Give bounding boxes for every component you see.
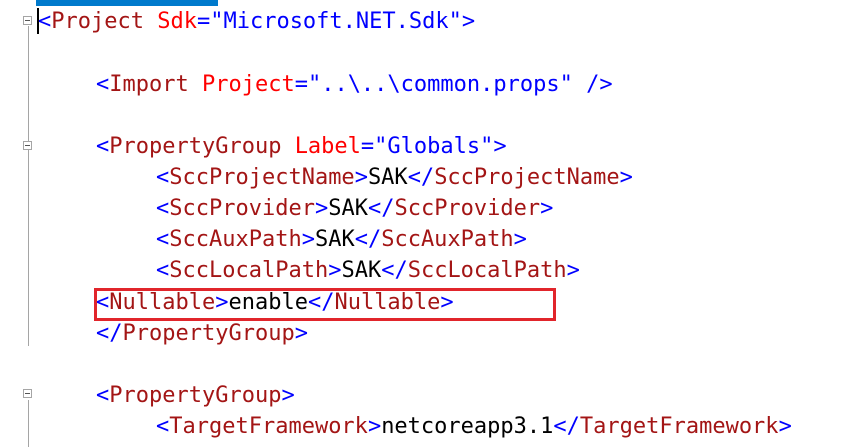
tag-delimiter: < [156,258,170,283]
element-text: SAK [314,227,355,252]
nullable-highlight-box [94,288,556,321]
tag-delimiter: > [367,414,382,439]
tag-delimiter: </ [367,196,395,221]
tag-delimiter: > [461,9,476,34]
tag-delimiter: < [38,9,52,34]
element-name: PropertyGroup [122,321,295,346]
tag-delimiter: </ [381,258,408,283]
equals-sign: = [294,72,308,97]
tag-delimiter: > [301,227,315,252]
code-line-project: <Project Sdk="Microsoft.NET.Sdk"> [38,6,475,37]
xml-code-editor[interactable]: <Project Sdk="Microsoft.NET.Sdk"> <Impor… [0,0,865,447]
tag-delimiter: < [156,227,170,252]
element-text: SAK [328,196,368,221]
tag-delimiter: > [294,321,308,346]
attribute-value: "Globals" [374,134,494,159]
tag-delimiter: > [328,258,342,283]
element-name: SccProjectName [434,165,620,190]
code-line-sccprovider: <SccProvider>SAK</SccProvider> [156,193,553,224]
equals-sign: = [196,9,211,34]
code-line-propertygroup-globals: <PropertyGroup Label="Globals"> [96,131,507,162]
tag-delimiter: </ [407,165,435,190]
element-name: SccAuxPath [169,227,302,252]
code-line-propertygroup-close: </PropertyGroup> [96,318,308,349]
code-line-sccprojectname: <SccProjectName>SAK</SccProjectName> [156,162,633,193]
tag-delimiter: > [566,258,580,283]
collapse-minus-icon[interactable] [23,141,32,150]
tag-delimiter: < [96,72,110,97]
outline-guide-line [28,26,29,346]
tag-delimiter: > [354,165,368,190]
equals-sign: = [360,134,375,159]
element-name: SccAuxPath [381,227,514,252]
tag-delimiter: < [156,196,170,221]
element-text: netcoreapp3.1 [381,414,554,439]
tag-delimiter: /> [572,72,613,97]
tag-delimiter: > [540,196,554,221]
attribute-value: "Microsoft.NET.Sdk" [210,9,462,34]
element-name: SccLocalPath [407,258,567,283]
code-line-import: <Import Project="..\..\common.props" /> [96,69,613,100]
tag-delimiter: </ [553,414,580,439]
attribute-name: Label [294,134,361,159]
code-line-scclocalpath: <SccLocalPath>SAK</SccLocalPath> [156,255,580,286]
element-text: SAK [367,165,408,190]
outline-guide-line-2 [28,400,29,447]
tag-delimiter: < [156,165,170,190]
tag-delimiter: > [619,165,633,190]
code-line-propertygroup: <PropertyGroup> [96,380,295,411]
attribute-name: Project [201,72,295,97]
tag-delimiter: > [513,227,527,252]
tag-delimiter: </ [96,321,123,346]
tag-delimiter: > [493,134,507,159]
tag-delimiter: > [778,414,792,439]
element-name: Project [51,9,144,34]
element-name: Import [109,72,189,97]
element-name: PropertyGroup [109,134,282,159]
tag-delimiter: < [156,414,170,439]
element-name: PropertyGroup [109,383,282,408]
attribute-value: "..\..\common.props" [307,72,573,97]
element-name: SccProjectName [169,165,355,190]
tag-delimiter: > [314,196,329,221]
code-line-targetframework: <TargetFramework>netcoreapp3.1</TargetFr… [156,411,792,442]
code-line-sccauxpath: <SccAuxPath>SAK</SccAuxPath> [156,224,527,255]
tag-delimiter: </ [354,227,382,252]
tag-delimiter: > [281,383,295,408]
element-name: SccProvider [394,196,541,221]
element-name: SccProvider [169,196,315,221]
tag-delimiter: < [96,134,110,159]
attribute-name: Sdk [157,9,197,34]
outlining-gutter [0,0,36,447]
collapse-minus-icon[interactable] [23,389,32,398]
element-name: TargetFramework [169,414,368,439]
element-name: TargetFramework [579,414,779,439]
tag-delimiter: < [96,383,110,408]
element-text: SAK [341,258,382,283]
collapse-minus-icon[interactable] [23,16,32,25]
element-name: SccLocalPath [169,258,329,283]
